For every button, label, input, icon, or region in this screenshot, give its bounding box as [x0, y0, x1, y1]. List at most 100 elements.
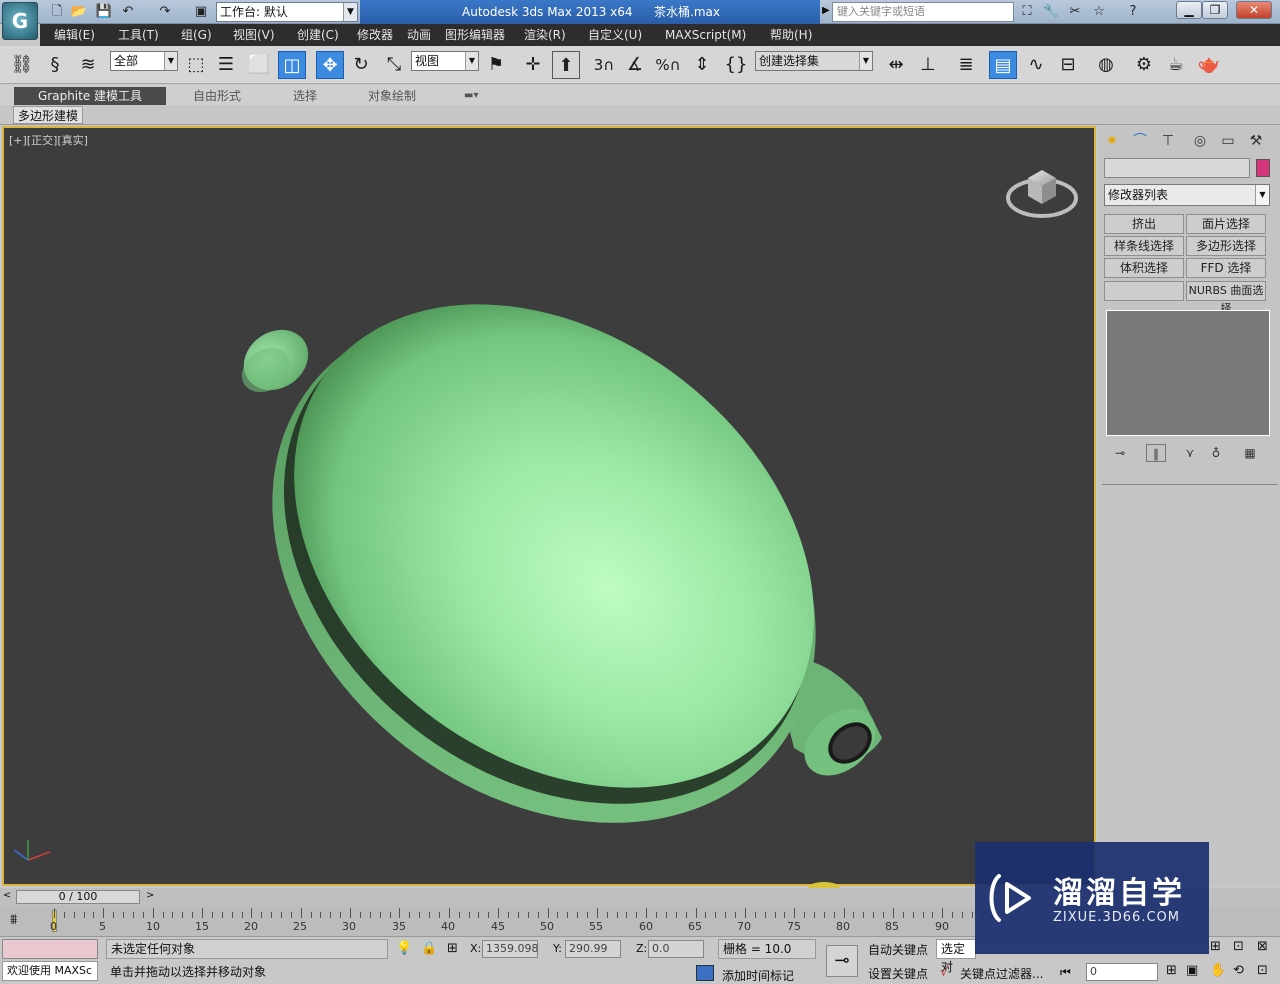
current-frame-field[interactable]: 0: [1086, 963, 1158, 981]
expand-arrow-icon[interactable]: ▶: [822, 5, 830, 16]
save-icon[interactable]: 💾: [95, 3, 113, 21]
render-setup-icon[interactable]: ⚙: [1130, 51, 1158, 79]
modify-tab-icon[interactable]: ⌒: [1128, 130, 1152, 152]
help-icon[interactable]: ?: [1124, 3, 1142, 21]
maximize-viewport-icon[interactable]: ⊡: [1257, 963, 1268, 978]
selection-lock-icon[interactable]: 🔒: [421, 941, 437, 956]
utilities-tab-icon[interactable]: ⚒: [1244, 130, 1268, 152]
zoom-extents-icon[interactable]: ▣: [1186, 963, 1198, 978]
keyboard-shortcut-override-icon[interactable]: ⬆: [552, 51, 580, 79]
undo-icon[interactable]: ↶: [119, 3, 137, 21]
subscription-icon[interactable]: 🔧: [1042, 3, 1060, 21]
reference-coord-dropdown[interactable]: 视图 ▼: [411, 51, 479, 71]
angle-snap-icon[interactable]: ∡: [621, 51, 649, 79]
menu-group[interactable]: 组(G): [181, 24, 212, 46]
x-coordinate-field[interactable]: 1359.098: [482, 940, 539, 958]
snaps-toggle-icon[interactable]: 3∩: [590, 51, 618, 79]
pin-stack-icon[interactable]: ⊸: [1110, 444, 1130, 462]
search-input[interactable]: 键入关键字或短语: [832, 2, 1014, 22]
menu-view[interactable]: 视图(V): [233, 24, 275, 46]
next-frame-arrow-icon[interactable]: >: [146, 890, 154, 901]
y-coordinate-field[interactable]: 290.99: [565, 940, 621, 958]
named-selection-dropdown[interactable]: 创建选择集 ▼: [755, 51, 873, 71]
show-end-result-icon[interactable]: ∥: [1146, 444, 1166, 462]
menu-rendering[interactable]: 渲染(R): [524, 24, 566, 46]
go-to-start-icon[interactable]: ⏮: [1060, 965, 1071, 980]
graphite-toggle-icon[interactable]: ▤: [989, 51, 1017, 79]
empty-modifier-button[interactable]: [1104, 281, 1184, 301]
menu-create[interactable]: 创建(C): [297, 24, 339, 46]
link-icon[interactable]: ⛓: [8, 51, 36, 79]
isolate-selection-icon[interactable]: 💡: [396, 941, 412, 956]
absolute-mode-icon[interactable]: ⊞: [447, 941, 458, 956]
select-by-name-icon[interactable]: ☰: [212, 51, 240, 79]
object-color-swatch[interactable]: [1256, 159, 1270, 177]
binoculars-icon[interactable]: ⛶: [1018, 3, 1036, 21]
modifier-list-dropdown[interactable]: 修改器列表 ▼: [1104, 184, 1270, 206]
menu-tools[interactable]: 工具(T): [118, 24, 159, 46]
vol-select-button[interactable]: 体积选择: [1104, 258, 1184, 278]
pan-view-icon[interactable]: ✋: [1210, 963, 1226, 978]
select-scale-icon[interactable]: ⤡: [380, 51, 408, 79]
material-editor-icon[interactable]: ◍: [1092, 51, 1120, 79]
select-move-icon[interactable]: ✥: [316, 51, 344, 79]
schematic-view-icon[interactable]: ⊟: [1054, 51, 1082, 79]
object-name-field[interactable]: [1104, 158, 1250, 178]
poly-select-button[interactable]: 多边形选择: [1186, 236, 1266, 256]
rendered-frame-icon[interactable]: ☕: [1162, 51, 1190, 79]
zoom-all-icon[interactable]: ⊞: [1210, 939, 1221, 954]
spinner-snap-icon[interactable]: ⇕: [688, 51, 716, 79]
perspective-viewport[interactable]: [+][正交][真实]: [2, 126, 1096, 888]
tab-polygon-modeling[interactable]: 多边形建模: [13, 106, 84, 124]
zoom-extents-all-icon[interactable]: ⊡: [1233, 939, 1244, 954]
key-selection-dropdown[interactable]: 选定对: [936, 939, 976, 974]
tab-freeform[interactable]: 自由形式: [193, 87, 241, 105]
menu-animation[interactable]: 动画: [407, 24, 431, 46]
rect-selection-region-icon[interactable]: ⬜: [245, 51, 273, 79]
make-unique-icon[interactable]: ⋎: [1180, 444, 1200, 462]
curve-editor-icon[interactable]: ∿: [1022, 51, 1050, 79]
align-icon[interactable]: ⊥: [914, 51, 942, 79]
viewcube[interactable]: [1006, 158, 1078, 222]
percent-snap-icon[interactable]: %∩: [654, 51, 682, 79]
display-tab-icon[interactable]: ▭: [1216, 130, 1240, 152]
minimize-button[interactable]: ▁: [1176, 1, 1202, 19]
remove-modifier-icon[interactable]: ♁: [1206, 444, 1226, 462]
set-key-icon[interactable]: ⊸: [826, 945, 858, 977]
render-production-icon[interactable]: 🫖: [1195, 51, 1223, 79]
orbit-icon[interactable]: ⟲: [1233, 963, 1244, 978]
workspace-dropdown[interactable]: 工作台: 默认 ▼: [216, 2, 358, 22]
tab-object-paint[interactable]: 对象绘制: [368, 87, 416, 105]
menu-maxscript[interactable]: MAXScript(M): [665, 24, 746, 46]
key-filters-button[interactable]: 关键点过滤器...: [960, 965, 1043, 982]
project-folder-icon[interactable]: ▣: [192, 3, 210, 21]
hierarchy-tab-icon[interactable]: ⊤: [1156, 130, 1180, 152]
tab-graphite-modeling[interactable]: Graphite 建模工具: [14, 87, 166, 105]
menu-graph-editors[interactable]: 图形编辑器: [445, 24, 505, 46]
select-rotate-icon[interactable]: ↻: [347, 51, 375, 79]
add-time-tag[interactable]: 添加时间标记: [722, 967, 794, 984]
maxscript-mini-input[interactable]: 欢迎使用 MAXSc: [2, 961, 98, 981]
set-key-mode-button[interactable]: 设置关键点: [868, 965, 928, 982]
select-object-icon[interactable]: ⬚: [182, 51, 210, 79]
patch-select-button[interactable]: 面片选择: [1186, 214, 1266, 234]
time-slider-thumb[interactable]: 0 / 100: [16, 890, 140, 904]
app-logo[interactable]: G: [2, 2, 38, 40]
close-button[interactable]: ✕: [1236, 1, 1272, 19]
unlink-icon[interactable]: §: [41, 51, 69, 79]
menu-help[interactable]: 帮助(H): [770, 24, 812, 46]
prev-frame-arrow-icon[interactable]: <: [3, 890, 11, 901]
manage-layers-icon[interactable]: ≣: [952, 51, 980, 79]
nurbs-surface-select-button[interactable]: NURBS 曲面选择: [1186, 281, 1266, 315]
ribbon-options-icon[interactable]: ▬▾: [464, 87, 478, 105]
configure-sets-icon[interactable]: ▦: [1240, 444, 1260, 462]
auto-key-button[interactable]: 自动关键点: [868, 941, 928, 958]
maximize-button[interactable]: ❐: [1202, 1, 1228, 19]
menu-customize[interactable]: 自定义(U): [588, 24, 642, 46]
extrude-button[interactable]: 挤出: [1104, 214, 1184, 234]
new-file-icon[interactable]: 🗋: [48, 3, 66, 21]
favorites-icon[interactable]: ☆: [1090, 3, 1108, 21]
pivot-center-icon[interactable]: ⚑: [482, 51, 510, 79]
time-tag-icon[interactable]: [696, 965, 714, 981]
select-manipulate-icon[interactable]: ✛: [519, 51, 547, 79]
